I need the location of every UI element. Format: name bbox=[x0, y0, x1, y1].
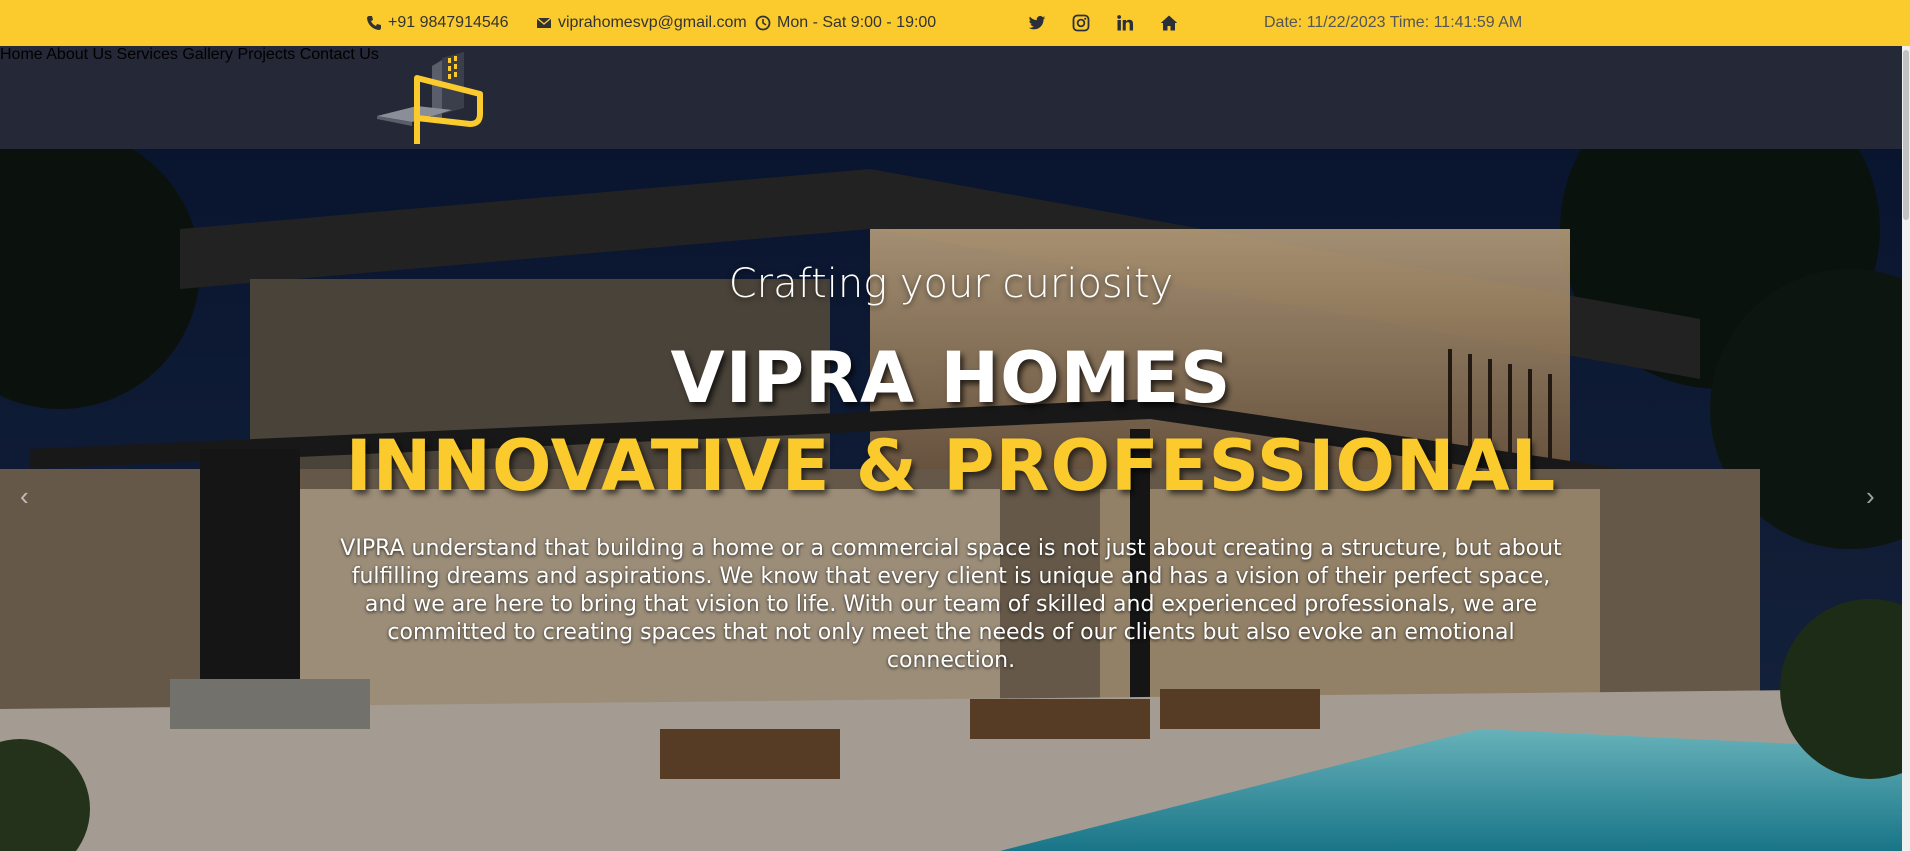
hero-carousel: Crafting your curiosity VIPRA HOMES INNO… bbox=[0, 149, 1902, 851]
home-icon[interactable] bbox=[1159, 13, 1179, 33]
hours-info: Mon - Sat 9:00 - 19:00 bbox=[755, 0, 936, 46]
instagram-icon[interactable] bbox=[1071, 13, 1091, 33]
hero-subtitle: Crafting your curiosity bbox=[728, 261, 1174, 307]
top-info-bar: +91 9847914546 viprahomesvp@gmail.com Mo… bbox=[0, 0, 1910, 46]
hero-title: VIPRA HOMES bbox=[670, 337, 1232, 419]
hero-description: VIPRA understand that building a home or… bbox=[340, 536, 1562, 673]
main-navbar: Home About Us Services Gallery Projects … bbox=[0, 46, 1902, 149]
page-scrollbar[interactable] bbox=[1902, 46, 1910, 851]
email-address[interactable]: viprahomesvp@gmail.com bbox=[558, 14, 747, 32]
vipra-logo-icon[interactable] bbox=[372, 48, 492, 148]
nav-menu: Home About Us Services Gallery Projects … bbox=[0, 46, 1902, 64]
clock-icon bbox=[755, 15, 771, 31]
scrollbar-thumb[interactable] bbox=[1903, 50, 1909, 220]
hero-tagline: INNOVATIVE & PROFESSIONAL bbox=[345, 425, 1557, 507]
email-info: viprahomesvp@gmail.com bbox=[536, 0, 747, 46]
carousel-next-arrow[interactable]: › bbox=[1866, 481, 1875, 512]
business-hours: Mon - Sat 9:00 - 19:00 bbox=[777, 14, 937, 31]
nav-item-home[interactable]: Home bbox=[0, 46, 43, 63]
twitter-icon[interactable] bbox=[1027, 13, 1047, 33]
phone-info: +91 9847914546 bbox=[366, 0, 509, 46]
phone-icon bbox=[367, 16, 381, 30]
nav-item-projects[interactable]: Projects bbox=[237, 46, 295, 63]
nav-item-gallery[interactable]: Gallery bbox=[182, 46, 233, 63]
linkedin-icon[interactable] bbox=[1115, 13, 1135, 33]
carousel-prev-arrow[interactable]: ‹ bbox=[20, 481, 29, 512]
phone-number[interactable]: +91 9847914546 bbox=[388, 14, 509, 32]
nav-item-services[interactable]: Services bbox=[117, 46, 178, 63]
nav-item-about-us[interactable]: About Us bbox=[46, 46, 112, 63]
envelope-icon bbox=[536, 17, 552, 28]
nav-item-contact-us[interactable]: Contact Us bbox=[300, 46, 379, 63]
current-datetime: Date: 11/22/2023 Time: 11:41:59 AM bbox=[1264, 14, 1523, 31]
social-links bbox=[1027, 0, 1179, 46]
